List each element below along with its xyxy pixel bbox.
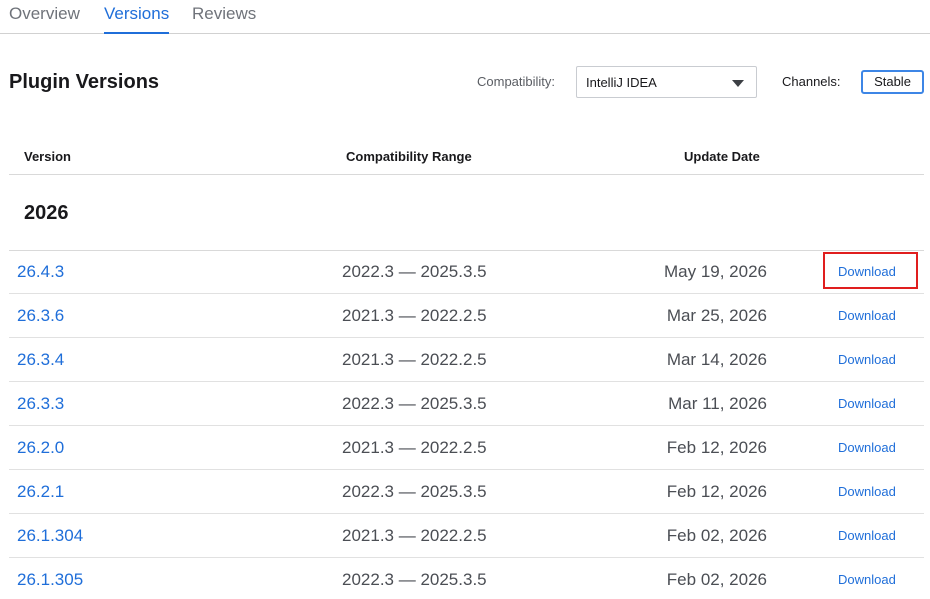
version-link[interactable]: 26.2.0 (17, 438, 64, 458)
compatibility-range: 2022.3 — 2025.3.5 (342, 262, 487, 281)
compatibility-label: Compatibility: (477, 74, 556, 89)
plugin-versions-page: Overview Versions Reviews Plugin Version… (0, 0, 930, 599)
chevron-down-icon (732, 80, 744, 87)
tab-versions[interactable]: Versions (104, 4, 170, 34)
download-link[interactable]: Download (838, 396, 896, 411)
update-date: May 19, 2026 (663, 262, 767, 281)
table-row: 26.3.6 2021.3 — 2022.2.5 Mar 25, 2026 Do… (0, 294, 930, 338)
table-row: 26.3.3 2022.3 — 2025.3.5 Mar 11, 2026 Do… (0, 382, 930, 426)
year-heading: 2026 (24, 202, 69, 224)
download-link[interactable]: Download (838, 528, 896, 543)
version-link[interactable]: 26.3.3 (17, 394, 64, 414)
compatibility-range: 2021.3 — 2022.2.5 (342, 306, 487, 325)
table-row: 26.4.3 2022.3 — 2025.3.5 May 19, 2026 Do… (0, 250, 930, 294)
column-header-update-date: Update Date (684, 149, 760, 164)
compatibility-range: 2022.3 — 2025.3.5 (342, 570, 487, 589)
compatibility-range: 2022.3 — 2025.3.5 (342, 482, 487, 501)
update-date: Feb 12, 2026 (666, 438, 767, 457)
table-row: 26.2.1 2022.3 — 2025.3.5 Feb 12, 2026 Do… (0, 470, 930, 514)
compatibility-select-value: IntelliJ IDEA (586, 75, 657, 90)
compatibility-range: 2021.3 — 2022.2.5 (342, 526, 487, 545)
table-header-divider (9, 174, 924, 175)
channels-label: Channels: (782, 74, 841, 89)
download-link[interactable]: Download (838, 352, 896, 367)
versions-table-body: 26.4.3 2022.3 — 2025.3.5 May 19, 2026 Do… (0, 250, 930, 599)
update-date: Feb 02, 2026 (666, 570, 767, 589)
compatibility-select[interactable]: IntelliJ IDEA (576, 66, 757, 98)
update-date: Mar 14, 2026 (666, 350, 767, 369)
column-header-compatibility-range: Compatibility Range (346, 149, 472, 164)
update-date: Mar 11, 2026 (668, 394, 767, 413)
version-link[interactable]: 26.3.4 (17, 350, 64, 370)
download-link[interactable]: Download (838, 264, 896, 279)
update-date: Feb 02, 2026 (666, 526, 767, 545)
download-link[interactable]: Download (838, 308, 896, 323)
update-date: Mar 25, 2026 (666, 306, 767, 325)
version-link[interactable]: 26.3.6 (17, 306, 64, 326)
tab-overview[interactable]: Overview (9, 4, 80, 34)
version-link[interactable]: 26.4.3 (17, 262, 64, 282)
tab-reviews[interactable]: Reviews (192, 4, 256, 34)
table-row: 26.1.304 2021.3 — 2022.2.5 Feb 02, 2026 … (0, 514, 930, 558)
table-row: 26.1.305 2022.3 — 2025.3.5 Feb 02, 2026 … (0, 558, 930, 599)
version-link[interactable]: 26.1.304 (17, 526, 83, 546)
channel-stable-button[interactable]: Stable (861, 70, 924, 94)
compatibility-range: 2021.3 — 2022.2.5 (342, 438, 487, 457)
tab-bar: Overview Versions Reviews (0, 0, 930, 34)
update-date: Feb 12, 2026 (666, 482, 767, 501)
page-title: Plugin Versions (9, 71, 160, 93)
version-link[interactable]: 26.1.305 (17, 570, 83, 590)
download-link[interactable]: Download (838, 440, 896, 455)
column-header-version: Version (24, 149, 71, 164)
compatibility-range: 2021.3 — 2022.2.5 (342, 350, 487, 369)
compatibility-range: 2022.3 — 2025.3.5 (342, 394, 487, 413)
table-row: 26.2.0 2021.3 — 2022.2.5 Feb 12, 2026 Do… (0, 426, 930, 470)
table-row: 26.3.4 2021.3 — 2022.2.5 Mar 14, 2026 Do… (0, 338, 930, 382)
download-link[interactable]: Download (838, 572, 896, 587)
download-link[interactable]: Download (838, 484, 896, 499)
version-link[interactable]: 26.2.1 (17, 482, 64, 502)
